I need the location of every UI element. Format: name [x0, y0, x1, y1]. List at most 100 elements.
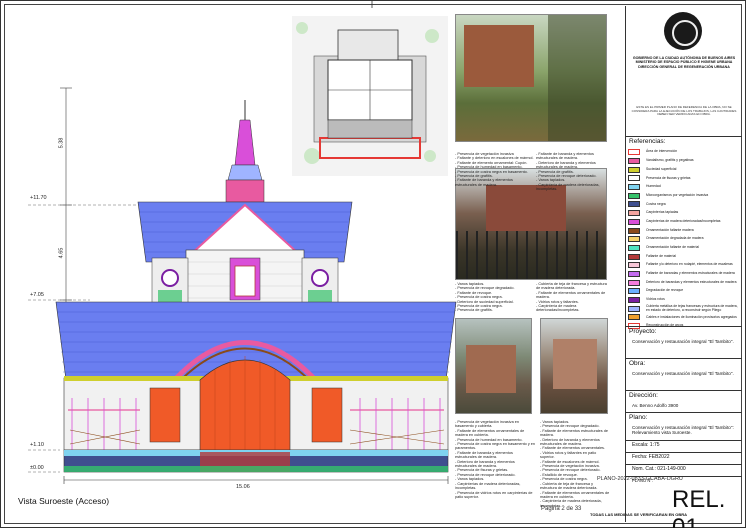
- city-seal-icon: [664, 12, 702, 50]
- note-item: Cubierta de teja de francesa y estructur…: [540, 482, 610, 491]
- note-item: Presencia de vegetación invasiva en basa…: [455, 420, 535, 429]
- reference-item: Costra negra: [628, 200, 740, 209]
- reference-item: Deterioro de barandas y elementos estruc…: [628, 278, 740, 287]
- divider: [626, 390, 742, 391]
- reference-label: Carpinterías de madera deterioradas/inco…: [646, 218, 721, 223]
- reference-item: Carpinterías de madera deterioradas/inco…: [628, 218, 740, 227]
- notes-top-col2: Faltante de baranda y elementos estructu…: [536, 152, 608, 192]
- reference-label: Cubierta metálica de tejas francesas y e…: [646, 303, 738, 312]
- level-l3: 4.65: [58, 247, 65, 259]
- note-item: Faltante de baranda y elementos estructu…: [455, 178, 535, 187]
- drawing-title: Vista Suroeste (Acceso): [18, 496, 110, 506]
- references-title: Referencias:: [629, 138, 666, 145]
- title-block: GOBIERNO DE LA CIUDAD AUTÓNOMA DE BUENOS…: [625, 6, 742, 528]
- reference-swatch: [628, 244, 640, 251]
- photo-3: [455, 318, 532, 414]
- reference-item: Faltante de barandas y elementos estruct…: [628, 270, 740, 279]
- reference-item: Ornamentación faltante de material: [628, 244, 740, 253]
- reference-label: Vidrios rotos: [646, 297, 665, 302]
- reference-item: Ornamentación degradada de madera: [628, 235, 740, 244]
- notes-top-col1: Presencia de vegetación invasiva Faltant…: [455, 152, 535, 187]
- reference-swatch: [628, 184, 640, 191]
- reference-label: Suciedad superficial: [646, 166, 677, 171]
- reference-label: Faltante de material: [646, 253, 676, 258]
- reference-item: Microorganismos por vegetación invasiva: [628, 191, 740, 200]
- divider: [626, 440, 742, 441]
- reference-item: Área de intervención: [628, 148, 740, 157]
- note-item: Deterioro de baranda y elementos estruct…: [455, 460, 535, 469]
- reference-swatch: [628, 262, 640, 269]
- reference-item: Vandalismo, grafitis y pegatinas: [628, 157, 740, 166]
- photo-1: [455, 14, 607, 142]
- divider: [626, 464, 742, 465]
- level-l2: +11.70: [30, 195, 47, 201]
- references-list: Área de intervención Vandalismo, grafitis…: [628, 148, 740, 330]
- obra-label: Obra:: [629, 360, 646, 367]
- proyecto-label: Proyecto:: [629, 328, 657, 335]
- note-item: Faltante de baranda y elementos estructu…: [455, 451, 535, 460]
- notes-bottom-col2: Vanos tapiados. Presencia de revoque deg…: [540, 420, 610, 508]
- notes-mid-col2: Cubierta de teja de francesa y estructur…: [536, 282, 608, 313]
- fecha: Fecha: FEB2022: [632, 454, 670, 460]
- reference-item: Humedad: [628, 183, 740, 192]
- reference-swatch: [628, 270, 640, 277]
- divider: [626, 412, 742, 413]
- reference-swatch: [628, 158, 640, 165]
- level-l4: +7.05: [30, 292, 44, 298]
- reference-swatch: [628, 149, 640, 156]
- reference-label: Faltante de barandas y elementos estruct…: [646, 271, 735, 276]
- note-item: Cubierta de teja de francesa y estructur…: [536, 282, 608, 291]
- reference-item: Cubierta metálica de tejas francesas y e…: [628, 304, 740, 313]
- proyecto-value: Conservación y restauración integral "El…: [632, 339, 734, 344]
- photo-4: [540, 318, 608, 414]
- direccion-label: Dirección:: [629, 392, 658, 399]
- note-item: Presencia de vidrios rotos en carpinterí…: [455, 491, 535, 500]
- obra-value: Conservación y restauración integral "El…: [632, 371, 734, 376]
- reference-swatch: [628, 236, 640, 243]
- reference-item: Carpinterías tapiadas: [628, 209, 740, 218]
- note-item: Deterioro de baranda y elementos estruct…: [540, 438, 610, 447]
- reference-label: Deterioro de barandas y elementos estruc…: [646, 279, 737, 284]
- reference-swatch: [628, 314, 640, 321]
- reference-label: Carpinterías tapiadas: [646, 210, 679, 215]
- note-item: Faltante de elementos ornamentales de ma…: [536, 291, 608, 300]
- note-item: Carpintería de madera deterioradas/incom…: [536, 304, 608, 313]
- reference-item: Faltante y/o deterioro en rodapié, eleme…: [628, 261, 740, 270]
- footer-note: TODAS LAS MEDIDAS SE VERIFICARAN EN OBRA: [590, 512, 688, 517]
- reference-swatch: [628, 210, 640, 217]
- reference-swatch: [628, 227, 640, 234]
- reference-swatch: [628, 218, 640, 225]
- plano-value: Conservación y restauración integral "El…: [632, 425, 734, 436]
- note-item: Faltante de elementos ornamentales de ma…: [455, 429, 535, 438]
- note-item: Vidrios rotos y faltantes en patio super…: [540, 451, 610, 460]
- reference-label: Ornamentación faltante madera: [646, 227, 694, 232]
- reference-label: Cables e instalaciones de iluminación pr…: [646, 314, 737, 319]
- note-item: Deterioro de baranda y elementos estruct…: [536, 161, 608, 170]
- reference-swatch: [628, 305, 640, 312]
- reference-label: Costra negra: [646, 201, 666, 206]
- notes-mid-col1: Vanos tapiados. Presencia de revoque deg…: [455, 282, 535, 313]
- reference-label: Degradación de revoque: [646, 288, 684, 293]
- reference-swatch: [628, 192, 640, 199]
- reference-item: Degradación de revoque: [628, 287, 740, 296]
- reference-label: Microorganismos por vegetación invasiva: [646, 192, 709, 197]
- reference-label: Ornamentación faltante de material: [646, 245, 699, 249]
- note-item: Presencia de costra negra en basamento y…: [455, 442, 535, 451]
- reference-swatch: [628, 297, 640, 304]
- reference-item: Presencia de fisuras y grietas: [628, 174, 740, 183]
- reference-swatch: [628, 288, 640, 295]
- reference-label: Vandalismo, grafitis y pegatinas: [646, 158, 694, 163]
- sheet-code: REL. 01: [672, 486, 726, 528]
- direccion-value: Av. Benno Adolfo 3900: [632, 403, 679, 408]
- reference-label: Área de intervención: [646, 149, 678, 154]
- notes-bottom-col1: Presencia de vegetación invasiva en basa…: [455, 420, 535, 499]
- escala: Escala: 1:75: [632, 442, 660, 448]
- reference-item: Ornamentación faltante madera: [628, 226, 740, 235]
- plano-label: Plano:: [629, 414, 648, 421]
- divider: [626, 452, 742, 453]
- page-indicator: Página 2 de 33: [541, 506, 582, 512]
- reference-swatch: [628, 279, 640, 286]
- level-l5: +1.10: [30, 442, 44, 448]
- reference-swatch: [628, 253, 640, 260]
- reference-item: Cables e instalaciones de iluminación pr…: [628, 313, 740, 322]
